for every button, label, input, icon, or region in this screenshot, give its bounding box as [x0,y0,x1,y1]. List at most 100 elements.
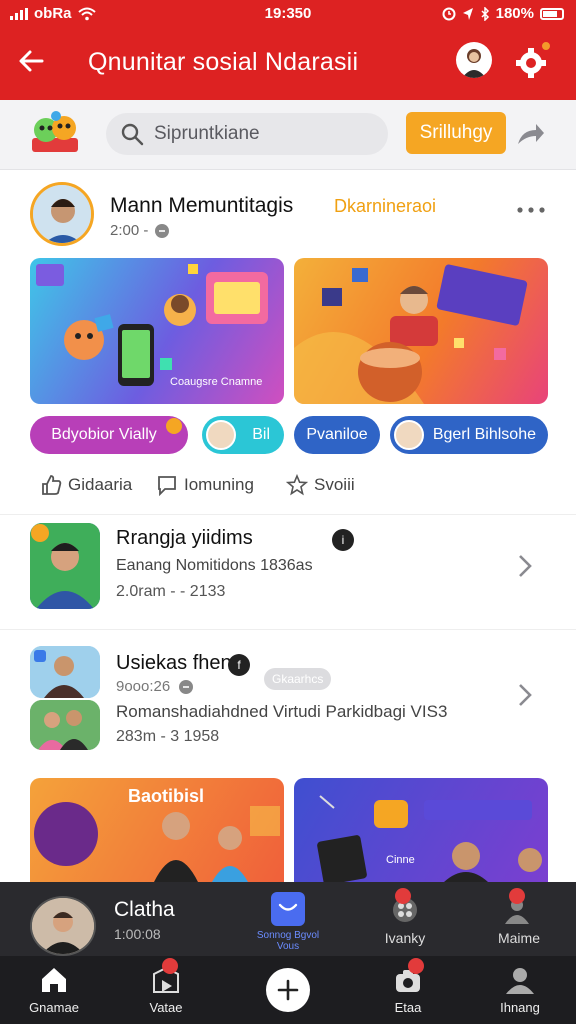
post-category-tag[interactable]: Dkarnineraoi [334,196,436,217]
post-actions: Gidaaria Iomuning Svoiii [0,470,576,504]
post-image-right[interactable] [294,258,548,404]
create-post-button[interactable] [266,968,310,1012]
info-badge-icon: f [228,654,250,676]
topic-chip[interactable]: Bdyobior Vially [30,416,188,454]
nav-videos[interactable]: Vatae [126,958,206,1015]
search-icon [121,123,144,146]
avatar-icon [462,49,486,78]
chevron-right-icon [516,682,534,715]
post-time-text: 2:00 - [110,222,149,239]
list-item-avatar [30,700,100,750]
feature-card[interactable]: Cinne [294,778,548,882]
post-author-avatar[interactable] [30,182,94,246]
player-title: Clatha [114,898,175,921]
action-label: Svoiii [314,475,355,494]
nav-label: Ihnang [500,1000,540,1015]
action-comment-button[interactable]: Iomuning [156,474,254,496]
share-arrow-icon [518,124,544,144]
player-tab-button[interactable]: Maime [484,888,554,946]
card-badge: Cinne [386,854,415,866]
list-item-meta: 9ooo:26 [116,678,171,695]
top-app-bar: obRa 19:350 180% Qnunitar sosial Ndarasi… [0,0,576,100]
notification-dot [540,40,552,52]
list-item-avatar [30,523,100,609]
list-item-meta-row: 9ooo:26 [116,678,194,695]
player-center-label: Sonnog Bgvol Vous [256,930,320,952]
list-item-avatar [30,646,100,698]
nav-label: Vatae [149,1000,183,1015]
drummer-illustration-icon [294,264,528,404]
info-badge-icon: i [332,529,354,551]
mini-player: Clatha 1:00:08 Sonnog Bgvol Vous Ivanky … [0,882,576,956]
nav-home[interactable]: Gnamae [14,964,94,1015]
action-save-button[interactable]: Svoiii [286,474,355,496]
settings-button[interactable] [514,40,552,80]
player-tab-label: Ivanky [384,930,426,946]
check-shield-icon [271,892,305,926]
chip-avatar [394,420,424,450]
videos-icon [150,958,182,996]
list-item[interactable]: Usiekas fhen f 9ooo:26 Gkaarhcs Romansha… [0,640,576,760]
family-photo-icon [30,700,100,750]
chip-label: Bil [252,426,270,443]
mascot-logo-icon [32,111,78,152]
player-tab-label: Maime [497,930,540,946]
player-time: 1:00:08 [114,926,161,942]
thumbs-up-icon [42,475,62,495]
person-photo-icon [30,523,100,609]
share-button[interactable] [514,120,546,148]
bottom-navigation: Gnamae Vatae Etaa Ihnang [0,956,576,1024]
feature-card[interactable]: Baotibisl [30,778,284,882]
more-options-button[interactable] [516,194,546,220]
status-bar: obRa 19:350 180% [0,0,576,28]
action-label: Gidaaria [68,475,133,494]
post-author-name[interactable]: Mann Memuntitagis [110,194,293,218]
notification-badge [162,958,178,974]
search-input[interactable] [154,121,344,147]
search-field[interactable]: g [106,113,492,155]
battery-icon [540,7,564,20]
app-logo [30,110,82,156]
list-item[interactable]: Rrangja yiidims i Eanang Nomitidons 1836… [0,514,576,630]
list-item-subtitle: Eanang Nomitidons 1836as [116,557,313,574]
nav-label: Etaa [394,1000,422,1015]
alarm-icon [442,7,456,20]
action-label: Iomuning [184,475,254,494]
search-bar-row: g Srilluhgy [0,100,576,170]
topic-chip[interactable]: Bgerl Bihlsohe [390,416,548,454]
banner-caption: Coaugsre Cnamne [170,376,263,388]
back-arrow-icon [19,50,44,72]
nav-profile[interactable]: Ihnang [480,964,560,1015]
notification-badge [408,958,424,974]
camera-icon [392,958,424,996]
battery-percent: 180% [495,5,534,22]
comment-bubble-icon [155,223,170,238]
person-avatar-icon [33,185,91,243]
comment-icon [158,476,176,496]
bluetooth-icon [481,6,489,21]
list-item-label: Gkaarhcs [264,668,332,690]
star-icon [286,474,308,496]
media-illustration-icon [317,795,542,882]
player-tab-button[interactable]: Ivanky [370,888,440,946]
plus-icon [277,979,299,1001]
player-center-button[interactable]: Sonnog Bgvol Vous [250,892,326,952]
comment-bubble-icon [179,679,194,694]
back-button[interactable] [16,46,52,82]
nav-camera[interactable]: Etaa [368,958,448,1015]
topic-chip[interactable]: Bil [202,416,284,454]
action-like-button[interactable]: Gidaaria [40,474,132,496]
post-time: 2:00 - [110,222,170,239]
reel-icon [389,888,421,926]
contacts-icon [503,888,535,926]
topic-chip[interactable]: Pvaniloe [294,416,380,454]
list-item-time: 283m - 3 1958 [116,728,220,745]
chevron-right-icon [516,553,534,586]
submit-button[interactable]: Srilluhgy [406,112,506,154]
player-thumbnail[interactable] [30,896,96,956]
card-title: Baotibisl [128,786,205,806]
profile-avatar-button[interactable] [456,42,492,78]
page-title: Qnunitar sosial Ndarasii [88,48,359,76]
person-photo-icon [32,898,94,954]
post-image-left[interactable]: Coaugsre Cnamne [30,258,284,404]
